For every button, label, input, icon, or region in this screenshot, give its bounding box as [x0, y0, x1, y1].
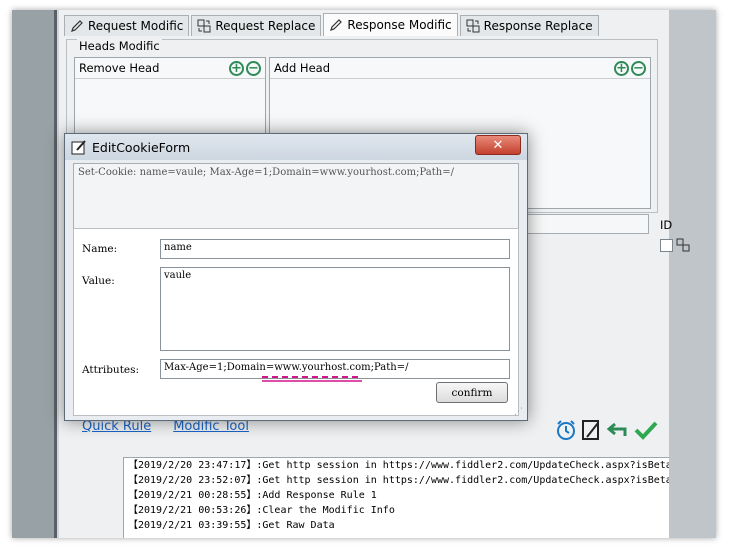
id-column-header: ID — [660, 218, 673, 232]
row-checkbox[interactable] — [660, 238, 673, 252]
id-row — [660, 238, 690, 252]
tab-label: Response Replace — [483, 19, 593, 33]
name-label: Name: — [82, 243, 118, 255]
resize-grip[interactable]: ⋰ — [514, 407, 523, 417]
replace-icon — [197, 19, 211, 33]
pencil-icon — [71, 20, 83, 32]
replace-icon — [466, 19, 480, 33]
add-icon[interactable]: + — [614, 60, 629, 76]
dialog-title: EditCookieForm — [92, 139, 191, 155]
log-line: 【2019/2/21 00:53:26】:Clear the Modific I… — [128, 505, 395, 516]
add-head-label: Add Head — [274, 61, 330, 75]
log-panel: 【2019/2/20 23:47:17】:Get http session in… — [123, 457, 715, 538]
remove-icon[interactable]: − — [631, 60, 646, 76]
replace-icon — [676, 238, 690, 252]
cookie-preview: Set-Cookie: name=vaule; Max-Age=1;Domain… — [73, 163, 519, 229]
tab-response-replace[interactable]: Response Replace — [459, 15, 599, 36]
heads-modific-title: Heads Modific — [77, 39, 162, 53]
quick-rule-link[interactable]: Quick Rule — [82, 419, 151, 434]
toolbar — [555, 419, 658, 441]
log-line: 【2019/2/21 00:28:55】:Add Response Rule 1 — [128, 490, 377, 501]
value-label: Value: — [82, 275, 115, 287]
dialog-titlebar: EditCookieForm ✕ — [65, 134, 527, 160]
edit-frame-icon[interactable] — [582, 419, 602, 441]
tab-label: Request Modific — [88, 19, 184, 33]
alarm-clock-icon[interactable] — [555, 419, 577, 441]
tab-request-modific[interactable]: Request Modific — [64, 15, 190, 36]
confirm-button[interactable]: confirm — [436, 382, 508, 403]
remove-icon[interactable]: − — [246, 60, 261, 76]
tab-bar: Request Modific Request Replace Response… — [64, 13, 601, 37]
checkmark-icon[interactable] — [634, 420, 658, 440]
log-line: 【2019/2/21 03:39:55】:Get Raw Data — [128, 520, 335, 531]
modific-tool-link[interactable]: Modific Tool — [173, 419, 249, 434]
tab-response-modific[interactable]: Response Modific — [323, 13, 458, 36]
value-field[interactable]: vaule — [160, 267, 510, 351]
form-edit-icon — [71, 140, 86, 155]
log-line: 【2019/2/20 23:47:17】:Get http session in… — [128, 460, 708, 471]
link-bar: Quick Rule Modific Tool — [82, 419, 249, 434]
spell-underline-mark — [262, 376, 362, 382]
remove-head-label: Remove Head — [79, 61, 160, 75]
undo-arrow-icon[interactable] — [607, 421, 629, 439]
right-panel — [669, 10, 716, 538]
tab-label: Response Modific — [347, 18, 452, 32]
attributes-label: Attributes: — [82, 364, 140, 376]
pencil-icon — [330, 19, 343, 31]
add-icon[interactable]: + — [229, 60, 244, 76]
left-sidebar — [12, 10, 57, 538]
name-field[interactable]: name — [160, 239, 510, 259]
tab-label: Request Replace — [215, 19, 316, 33]
close-button[interactable]: ✕ — [475, 135, 521, 155]
log-line: 【2019/2/20 23:52:07】:Get http session in… — [128, 475, 708, 486]
tab-request-replace[interactable]: Request Replace — [191, 15, 322, 36]
